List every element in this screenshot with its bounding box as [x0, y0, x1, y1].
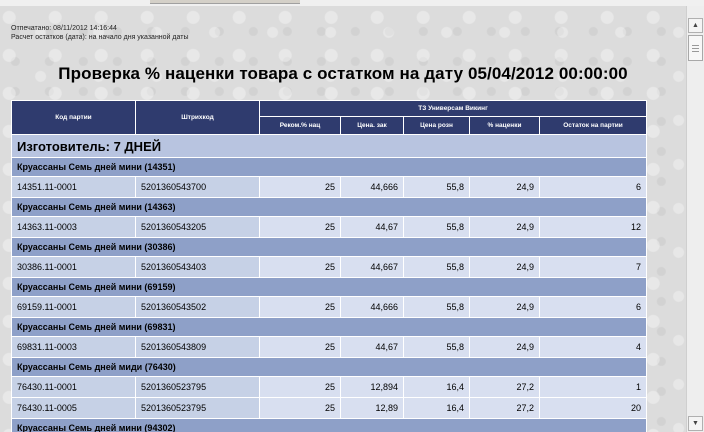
barcode-cell: 5201360543502	[135, 296, 260, 318]
header-barcode: Штрихкод	[135, 100, 260, 135]
party-code-cell: 76430.11-0001	[11, 376, 136, 398]
remainder-cell: 4	[538, 336, 648, 358]
remainder-cell: 12	[538, 216, 648, 238]
calc-mode-text: Расчет остатков (дата): на начало дня ук…	[11, 34, 189, 41]
group-row: Круассаны Семь дней мини (30386)	[10, 237, 648, 257]
recommended-markup-cell: 25	[259, 336, 341, 358]
remainder-cell: 6	[538, 296, 648, 318]
party-code-cell: 69159.11-0001	[11, 296, 136, 318]
party-code-cell: 69831.11-0003	[11, 336, 136, 358]
report-meta: Отпечатано: 08/11/2012 14:16:44 Расчет о…	[11, 24, 188, 42]
party-code-cell: 14363.11-0003	[11, 216, 136, 238]
purchase-price-cell: 44,666	[340, 176, 404, 198]
markup-percent-cell: 24,9	[469, 216, 540, 238]
markup-percent-cell: 24,9	[469, 176, 540, 198]
header-retail-price: Цена розн	[403, 116, 470, 135]
purchase-price-cell: 12,89	[340, 397, 404, 419]
retail-price-cell: 55,8	[403, 336, 470, 358]
retail-price-cell: 55,8	[403, 256, 470, 278]
retail-price-cell: 55,8	[403, 296, 470, 318]
barcode-cell: 5201360543403	[135, 256, 260, 278]
retail-price-cell: 16,4	[403, 397, 470, 419]
purchase-price-cell: 44,67	[340, 216, 404, 238]
manufacturer-row: Изготовитель: 7 ДНЕЙ	[10, 134, 648, 158]
barcode-cell: 5201360523795	[135, 376, 260, 398]
purchase-price-cell: 44,667	[340, 256, 404, 278]
recommended-markup-cell: 25	[259, 216, 341, 238]
retail-price-cell: 55,8	[403, 216, 470, 238]
group-row: Круассаны Семь дней мини (69831)	[10, 317, 648, 337]
report-viewport: Отпечатано: 08/11/2012 14:16:44 Расчет о…	[0, 6, 686, 432]
header-party-code: Код партии	[11, 100, 136, 135]
recommended-markup-cell: 25	[259, 256, 341, 278]
table-row: 14351.11-0001 5201360543700 25 44,666 55…	[11, 176, 648, 198]
recommended-markup-cell: 25	[259, 176, 341, 198]
barcode-cell: 5201360543809	[135, 336, 260, 358]
markup-percent-cell: 24,9	[469, 296, 540, 318]
group-row: Круассаны Семь дней мини (14351)	[10, 157, 648, 177]
tab-strip	[150, 0, 300, 4]
header-batch-remainder: Остаток на партии	[538, 116, 648, 135]
arrow-up-icon[interactable]: ▲	[688, 18, 703, 33]
remainder-cell: 20	[538, 397, 648, 419]
group-row: Круассаны Семь дней миди (76430)	[10, 357, 648, 377]
retail-price-cell: 16,4	[403, 376, 470, 398]
party-code-cell: 30386.11-0001	[11, 256, 136, 278]
markup-report-table: Код партии Штрихкод ТЗ Универсам Викинг …	[10, 99, 648, 432]
remainder-cell: 6	[538, 176, 648, 198]
party-code-cell: 76430.11-0005	[11, 397, 136, 419]
markup-percent-cell: 27,2	[469, 397, 540, 419]
header-recommended-markup: Реком.% нац	[259, 116, 341, 135]
group-row: Круассаны Семь дней мини (94302)	[10, 418, 648, 432]
recommended-markup-cell: 25	[259, 296, 341, 318]
table-row: 69831.11-0003 5201360543809 25 44,67 55,…	[11, 336, 648, 358]
table-row: 76430.11-0005 5201360523795 25 12,89 16,…	[11, 397, 648, 419]
purchase-price-cell: 44,666	[340, 296, 404, 318]
vertical-scrollbar[interactable]: ▲ ▼	[686, 6, 704, 432]
header-markup-percent: % наценки	[469, 116, 540, 135]
remainder-cell: 7	[538, 256, 648, 278]
retail-price-cell: 55,8	[403, 176, 470, 198]
report-title: Проверка % наценки товара с остатком на …	[58, 64, 628, 83]
recommended-markup-cell: 25	[259, 397, 341, 419]
remainder-cell: 1	[538, 376, 648, 398]
recommended-markup-cell: 25	[259, 376, 341, 398]
printed-timestamp: Отпечатано: 08/11/2012 14:16:44	[11, 25, 117, 32]
table-row: 14363.11-0003 5201360543205 25 44,67 55,…	[11, 216, 648, 238]
arrow-down-icon[interactable]: ▼	[688, 416, 703, 431]
purchase-price-cell: 12,894	[340, 376, 404, 398]
markup-percent-cell: 27,2	[469, 376, 540, 398]
table-row: 76430.11-0001 5201360523795 25 12,894 16…	[11, 376, 648, 398]
barcode-cell: 5201360543700	[135, 176, 260, 198]
header-store: ТЗ Универсам Викинг	[258, 99, 648, 118]
group-row: Круассаны Семь дней мини (14363)	[10, 197, 648, 217]
barcode-cell: 5201360523795	[135, 397, 260, 419]
markup-percent-cell: 24,9	[469, 336, 540, 358]
table-row: 69159.11-0001 5201360543502 25 44,666 55…	[11, 296, 648, 318]
purchase-price-cell: 44,67	[340, 336, 404, 358]
party-code-cell: 14351.11-0001	[11, 176, 136, 198]
barcode-cell: 5201360543205	[135, 216, 260, 238]
table-row: 30386.11-0001 5201360543403 25 44,667 55…	[11, 256, 648, 278]
group-row: Круассаны Семь дней мини (69159)	[10, 277, 648, 297]
markup-percent-cell: 24,9	[469, 256, 540, 278]
scrollbar-thumb[interactable]	[688, 35, 703, 61]
header-purchase-price: Цена. зак	[340, 116, 404, 135]
